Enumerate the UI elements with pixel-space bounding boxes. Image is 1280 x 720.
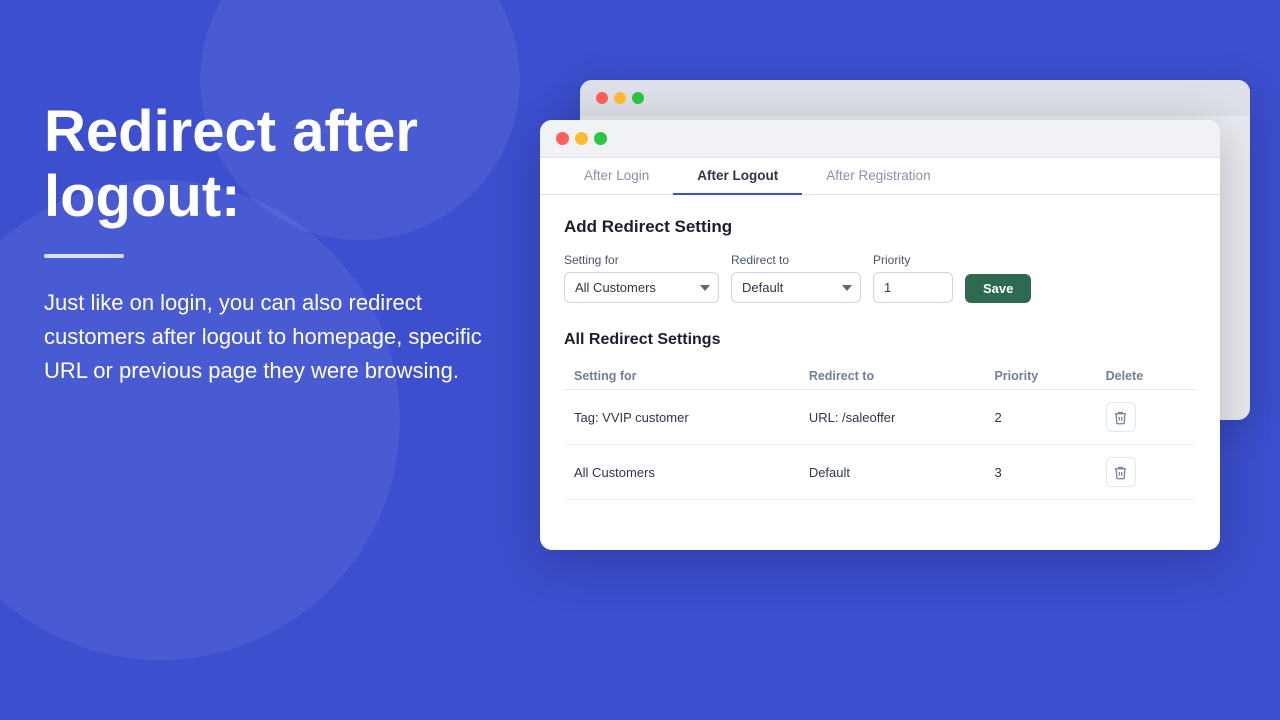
bg-window-titlebar <box>580 80 1250 116</box>
tab-after-login[interactable]: After Login <box>560 158 673 195</box>
redirect-to-select[interactable]: Default Homepage Previous Page Custom UR… <box>731 272 861 303</box>
window-content: Add Redirect Setting Setting for All Cus… <box>540 195 1220 522</box>
tab-after-registration[interactable]: After Registration <box>802 158 954 195</box>
priority-label: Priority <box>873 253 953 267</box>
col-redirect-to: Redirect to <box>799 363 985 390</box>
cell-priority: 3 <box>984 445 1095 500</box>
redirect-to-label: Redirect to <box>731 253 861 267</box>
bg-tl-yellow <box>614 92 626 104</box>
divider <box>44 254 124 258</box>
table-header-row: Setting for Redirect to Priority Delete <box>564 363 1196 390</box>
cell-redirect-to: URL: /saleoffer <box>799 390 985 445</box>
main-window-titlebar <box>540 120 1220 158</box>
description: Just like on login, you can also redirec… <box>44 286 504 388</box>
main-window: After Login After Logout After Registrat… <box>540 120 1220 550</box>
left-panel: Redirect after logout: Just like on logi… <box>44 100 504 388</box>
tl-red[interactable] <box>556 132 569 145</box>
traffic-lights <box>556 132 607 145</box>
right-panel: After Login After Logout After Registrat… <box>540 60 1260 640</box>
delete-button[interactable] <box>1106 402 1136 432</box>
tab-after-logout[interactable]: After Logout <box>673 158 802 195</box>
setting-for-label: Setting for <box>564 253 719 267</box>
bg-traffic-lights <box>596 92 644 104</box>
main-title: Redirect after logout: <box>44 100 504 230</box>
add-redirect-title: Add Redirect Setting <box>564 217 1196 237</box>
delete-button[interactable] <box>1106 457 1136 487</box>
redirect-table: Setting for Redirect to Priority Delete … <box>564 363 1196 500</box>
add-redirect-form: Setting for All Customers Tag: VVIP cust… <box>564 253 1196 303</box>
priority-group: Priority <box>873 253 953 303</box>
bg-tl-green <box>632 92 644 104</box>
all-settings-title: All Redirect Settings <box>564 331 1196 349</box>
bg-tl-red <box>596 92 608 104</box>
table-row: Tag: VVIP customerURL: /saleoffer2 <box>564 390 1196 445</box>
tl-green[interactable] <box>594 132 607 145</box>
cell-delete <box>1096 445 1196 500</box>
setting-for-select[interactable]: All Customers Tag: VVIP customer <box>564 272 719 303</box>
tl-yellow[interactable] <box>575 132 588 145</box>
setting-for-group: Setting for All Customers Tag: VVIP cust… <box>564 253 719 303</box>
cell-delete <box>1096 390 1196 445</box>
save-button[interactable]: Save <box>965 274 1031 303</box>
cell-setting-for: All Customers <box>564 445 799 500</box>
cell-setting-for: Tag: VVIP customer <box>564 390 799 445</box>
redirect-to-group: Redirect to Default Homepage Previous Pa… <box>731 253 861 303</box>
table-row: All CustomersDefault3 <box>564 445 1196 500</box>
col-priority: Priority <box>984 363 1095 390</box>
main-window-tabs: After Login After Logout After Registrat… <box>540 158 1220 195</box>
cell-priority: 2 <box>984 390 1095 445</box>
priority-input[interactable] <box>873 272 953 303</box>
cell-redirect-to: Default <box>799 445 985 500</box>
col-delete: Delete <box>1096 363 1196 390</box>
col-setting-for: Setting for <box>564 363 799 390</box>
